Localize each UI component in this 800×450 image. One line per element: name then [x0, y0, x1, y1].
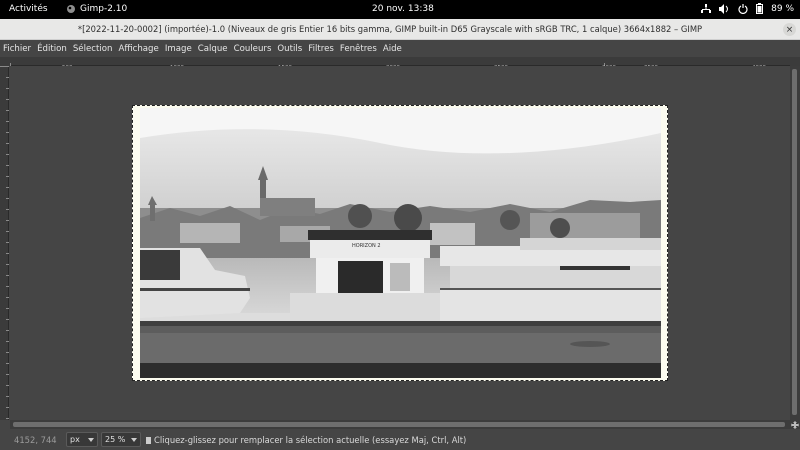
network-icon — [701, 3, 712, 14]
horizontal-scroll-thumb[interactable] — [13, 422, 785, 427]
menu-filtres[interactable]: Filtres — [308, 44, 334, 54]
boat-sign: HORIZON 2 — [352, 243, 381, 249]
image-canvas[interactable]: HORIZON 2 — [10, 66, 790, 420]
harbor-photo: HORIZON 2 — [140, 108, 661, 378]
menu-affichage[interactable]: Affichage — [118, 44, 158, 54]
menu-selection[interactable]: Sélection — [73, 44, 113, 54]
chevron-down-icon — [131, 437, 137, 442]
close-button[interactable]: × — [783, 23, 796, 36]
power-icon — [738, 3, 748, 14]
menu-couleurs[interactable]: Couleurs — [234, 44, 272, 54]
menu-calque[interactable]: Calque — [198, 44, 228, 54]
vertical-ruler-ticks — [0, 66, 9, 419]
status-message-text: Cliquez-glissez pour remplacer la sélect… — [154, 435, 467, 445]
ruler-menu-button[interactable] — [790, 57, 800, 66]
vertical-ruler[interactable] — [0, 66, 9, 420]
rect-select-icon — [146, 437, 151, 444]
app-name: Gimp-2.10 — [80, 4, 128, 14]
vertical-scrollbar[interactable] — [790, 66, 800, 420]
menu-bar: Fichier Édition Sélection Affichage Imag… — [0, 41, 800, 56]
unit-selector[interactable]: px — [66, 432, 98, 447]
image-border: HORIZON 2 — [132, 105, 668, 381]
menu-fichier[interactable]: Fichier — [3, 44, 31, 54]
window-titlebar[interactable]: *[2022-11-20-0002] (importée)-1.0 (Nivea… — [0, 19, 800, 40]
gnome-top-bar: Activités Gimp-2.10 20 nov. 13:38 89 % — [0, 0, 800, 19]
status-message: Cliquez-glissez pour remplacer la sélect… — [146, 435, 466, 445]
navigate-icon — [791, 420, 799, 429]
navigate-button[interactable] — [790, 420, 800, 429]
photo-image: HORIZON 2 — [140, 108, 661, 378]
close-icon: × — [785, 24, 794, 35]
chevron-down-icon — [88, 437, 94, 442]
vertical-scroll-thumb[interactable] — [792, 69, 797, 415]
menu-fenetres[interactable]: Fenêtres — [340, 44, 377, 54]
app-menu-button[interactable]: Gimp-2.10 — [66, 4, 127, 14]
clock[interactable]: 20 nov. 13:38 — [372, 4, 434, 14]
menu-outils[interactable]: Outils — [277, 44, 302, 54]
battery-percent: 89 % — [771, 3, 794, 14]
activities-button[interactable]: Activités — [9, 4, 48, 14]
horizontal-scrollbar[interactable] — [10, 420, 790, 429]
volume-icon — [719, 3, 730, 14]
pointer-coordinates: 4152, 744 — [14, 435, 57, 445]
gimp-app-icon — [67, 5, 75, 13]
window-title: *[2022-11-20-0002] (importée)-1.0 (Nivea… — [77, 24, 703, 34]
menu-image[interactable]: Image — [165, 44, 192, 54]
ruler-corner[interactable] — [0, 57, 10, 66]
unit-value: px — [70, 435, 80, 444]
status-bar: 4152, 744 px 25 % Cliquez-glissez pour r… — [0, 429, 800, 450]
menu-edition[interactable]: Édition — [37, 44, 67, 54]
zoom-value: 25 % — [105, 435, 126, 444]
horizontal-ruler[interactable]: 500 1000 1500 2000 2500 3000 3500 4000 — [10, 57, 790, 72]
system-tray[interactable]: 89 % — [701, 3, 794, 14]
battery-icon — [756, 3, 764, 14]
zoom-selector[interactable]: 25 % — [101, 432, 141, 447]
menu-aide[interactable]: Aide — [383, 44, 402, 54]
